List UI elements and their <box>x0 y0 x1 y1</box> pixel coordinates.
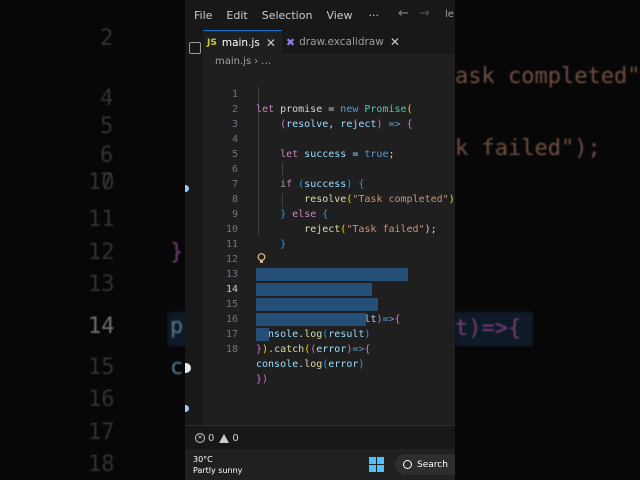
excalidraw-icon: ✖ <box>285 35 296 49</box>
code-line: 8 } else { <box>203 177 455 220</box>
warning-count: 0 <box>232 432 239 444</box>
line-text: }) <box>256 374 269 385</box>
problems-indicator[interactable]: ✕ 0 0 <box>195 433 239 444</box>
forward-arrow-icon[interactable]: → <box>419 6 430 21</box>
breadcrumb-symbol[interactable]: … <box>261 56 271 67</box>
close-icon[interactable]: ✕ <box>266 36 276 50</box>
back-arrow-icon[interactable]: ← <box>398 6 409 21</box>
selection-highlight <box>256 313 366 326</box>
menu-more[interactable]: ··· <box>369 9 380 22</box>
code-line: 13 <box>203 252 455 280</box>
selection-highlight <box>256 298 378 311</box>
vscode-window: File Edit Selection View ··· ← → le JS m… <box>185 0 455 480</box>
tab-label: draw.excalidraw <box>299 36 384 48</box>
code-line: 1 let promise = new Promise( <box>203 72 455 115</box>
warning-icon <box>219 433 230 443</box>
code-line: 6 if (success) { <box>203 147 455 190</box>
code-line: 9 reject("Task failed"); <box>203 192 455 235</box>
code-editor[interactable]: 1 let promise = new Promise( 2 (resolve,… <box>203 70 455 420</box>
menu-edit[interactable]: Edit <box>226 9 247 22</box>
code-line: 11 <box>203 222 455 250</box>
background-shade-left <box>0 0 185 480</box>
error-count: 0 <box>208 432 215 444</box>
menu-file[interactable]: File <box>194 9 212 22</box>
search-icon <box>403 460 412 469</box>
line-text: }).catch((error)=>{ <box>256 344 371 355</box>
breadcrumb: main.js ›… <box>215 56 271 67</box>
windows-start-icon[interactable] <box>369 457 384 472</box>
weather-condition: Partly sunny <box>193 466 243 475</box>
code-line: 10 } <box>203 207 455 250</box>
activity-bar <box>185 30 203 425</box>
code-line-selected: 15 console.log(result) <box>203 282 455 340</box>
tab-draw-excalidraw[interactable]: ✖ draw.excalidraw ✕ <box>282 30 406 54</box>
tab-label: main.js <box>221 37 260 49</box>
code-line: 4 let success = true; <box>203 117 455 160</box>
chevron-right-icon: › <box>254 56 259 67</box>
line-number: 18 <box>225 344 238 355</box>
line-text: console.log(error) <box>256 359 365 370</box>
menu-selection[interactable]: Selection <box>262 9 313 22</box>
selection-highlight <box>256 328 269 341</box>
taskbar-search[interactable]: Search <box>395 454 455 475</box>
badge-dot <box>185 405 189 412</box>
editor-tabs: JS main.js ✕ ✖ draw.excalidraw ✕ <box>203 30 455 55</box>
code-line-selected: 18 }) <box>203 327 455 385</box>
code-line-selected: 17 console.log(error) <box>203 312 455 370</box>
selection-highlight <box>256 283 372 296</box>
command-center-title[interactable]: le <box>445 9 454 20</box>
breadcrumb-file[interactable]: main.js <box>215 56 251 67</box>
background-shade-right <box>455 0 640 480</box>
menu-bar: File Edit Selection View ··· ← → le <box>185 0 455 30</box>
account-icon[interactable] <box>185 363 191 373</box>
code-line-selected: 16 }).catch((error)=>{ <box>203 297 455 355</box>
selection-highlight <box>256 268 408 281</box>
error-icon: ✕ <box>195 433 205 443</box>
code-line: 5 <box>203 132 455 160</box>
js-file-icon: JS <box>207 38 217 48</box>
badge-dot <box>185 185 189 192</box>
search-label: Search <box>417 459 448 470</box>
code-line-selected: 14 promise.then((result)=>{ <box>203 267 455 325</box>
code-line: 12 }); <box>203 237 455 280</box>
tab-main-js[interactable]: JS main.js ✕ <box>203 30 282 55</box>
code-line: 3 <box>203 102 455 130</box>
weather-temp: 30°C <box>193 455 213 464</box>
code-line: 2 (resolve, reject) => { <box>203 87 455 130</box>
lightbulb-icon[interactable] <box>257 253 266 264</box>
close-icon[interactable]: ✕ <box>390 35 400 49</box>
windows-taskbar: 30°C Partly sunny Search <box>185 449 455 480</box>
code-line: 7 resolve("Task completed") <box>203 162 455 205</box>
status-bar: ✕ 0 0 <box>185 425 455 450</box>
menu-view[interactable]: View <box>326 9 352 22</box>
explorer-icon[interactable] <box>189 42 201 54</box>
weather-widget[interactable]: 30°C Partly sunny <box>193 454 242 476</box>
